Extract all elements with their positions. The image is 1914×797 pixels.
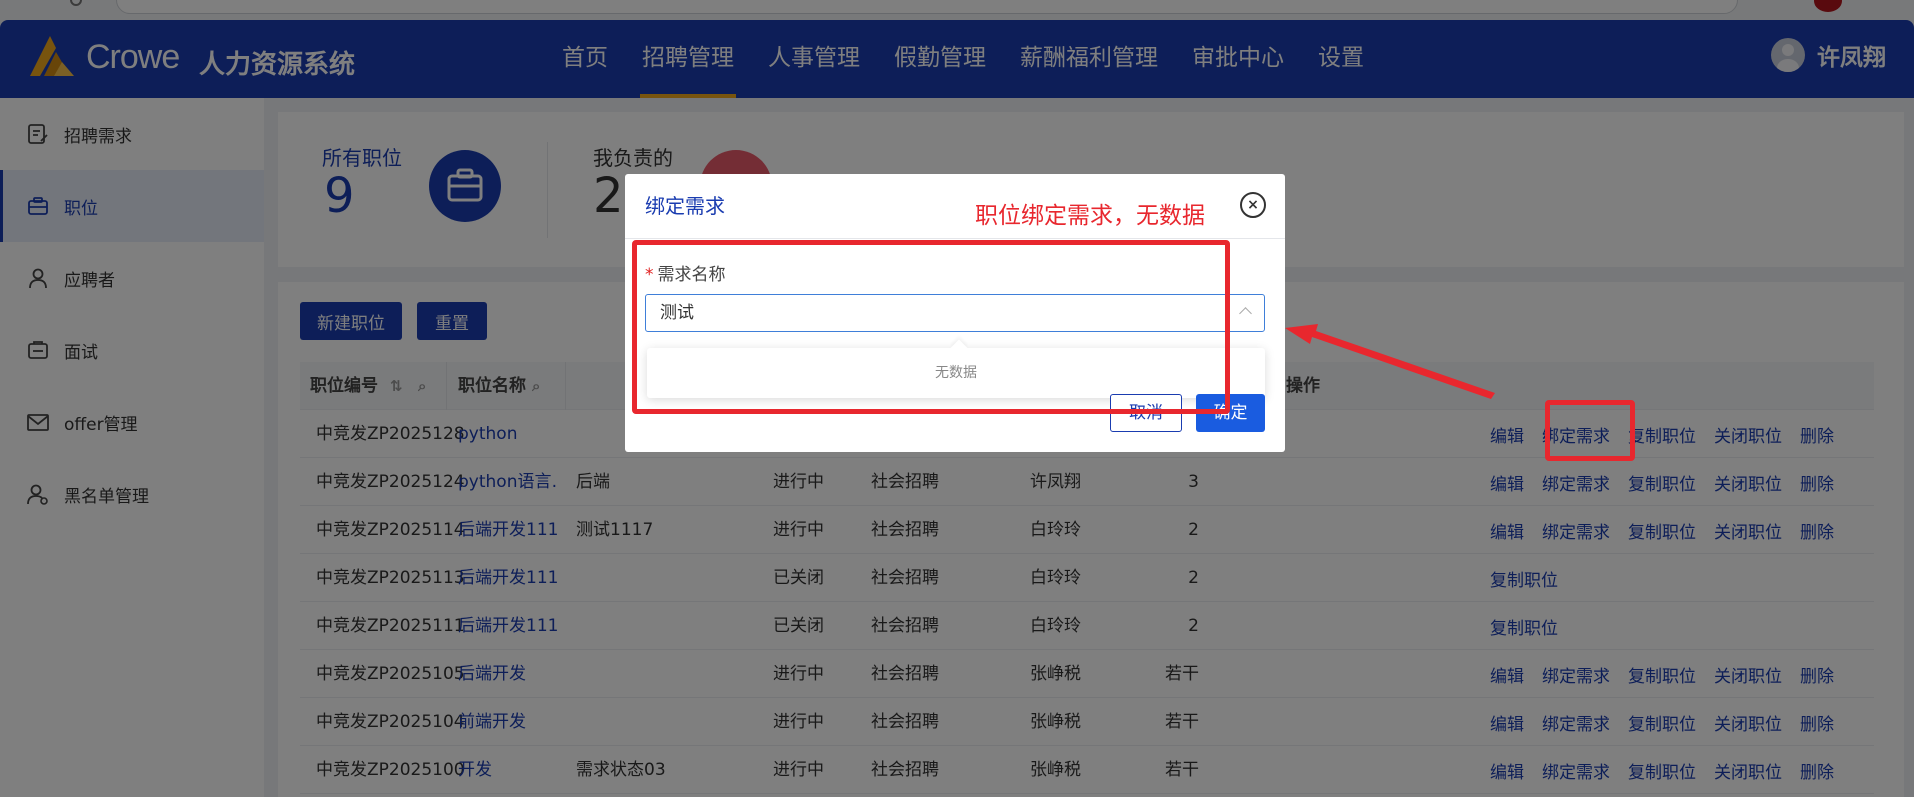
- annotation-box-dialog: [632, 240, 1230, 414]
- annotation-text: 职位绑定需求，无数据: [975, 203, 1205, 229]
- dialog-title: 绑定需求: [645, 194, 725, 218]
- close-icon[interactable]: ×: [1240, 192, 1266, 218]
- dialog-divider: [625, 238, 1285, 239]
- annotation-box-bind-op: [1545, 400, 1635, 461]
- chevron-up-icon[interactable]: [1239, 307, 1252, 320]
